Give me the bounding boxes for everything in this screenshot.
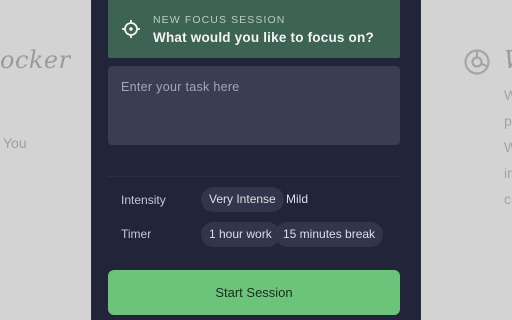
start-session-button[interactable]: Start Session bbox=[108, 270, 400, 315]
background-right-line: c bbox=[504, 191, 511, 207]
session-label: NEW FOCUS SESSION bbox=[153, 14, 286, 26]
intensity-label: Intensity bbox=[121, 193, 166, 207]
timer-option-break[interactable]: 15 minutes break bbox=[275, 222, 384, 247]
target-icon bbox=[122, 20, 140, 38]
pie-chart-icon bbox=[464, 49, 490, 75]
timer-label: Timer bbox=[121, 227, 152, 241]
session-question: What would you like to focus on? bbox=[153, 30, 374, 45]
background-right-lines: W p W in c bbox=[504, 82, 512, 212]
background-left-title: ocker bbox=[0, 46, 71, 74]
intensity-option-very-intense[interactable]: Very Intense bbox=[201, 187, 284, 212]
background-right-line: W bbox=[504, 87, 512, 103]
intensity-option-mild[interactable]: Mild bbox=[278, 187, 316, 212]
timer-option-work[interactable]: 1 hour work bbox=[201, 222, 280, 247]
background-right-line: p bbox=[504, 113, 512, 129]
background-right-line: in bbox=[504, 165, 512, 181]
background-right-title: W bbox=[504, 46, 512, 74]
divider bbox=[108, 176, 400, 177]
background-left-text: You bbox=[3, 135, 27, 151]
focus-session-panel: NEW FOCUS SESSION What would you like to… bbox=[91, 0, 421, 320]
session-header: NEW FOCUS SESSION What would you like to… bbox=[108, 0, 400, 58]
task-input[interactable] bbox=[108, 66, 400, 145]
background-right-line: W bbox=[504, 139, 512, 155]
